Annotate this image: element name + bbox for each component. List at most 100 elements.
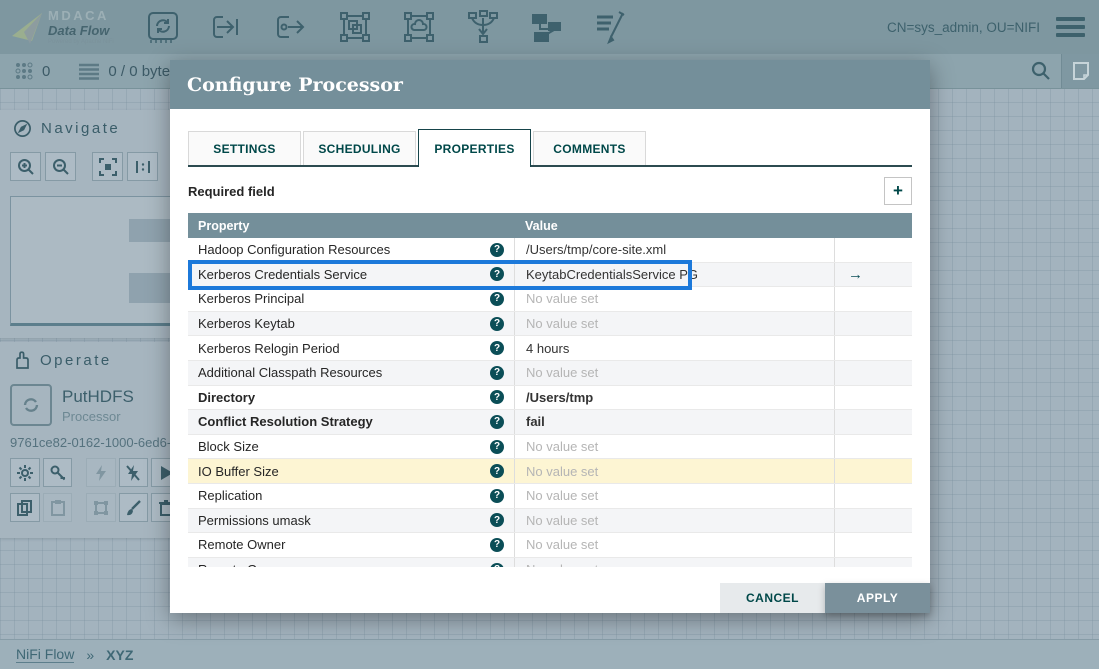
zoom-in-button[interactable] (10, 152, 41, 181)
property-row[interactable]: Block Size ? No value set → (188, 434, 912, 460)
help-icon[interactable]: ? (490, 537, 504, 552)
help-icon[interactable]: ? (490, 316, 504, 331)
property-row[interactable]: Conflict Resolution Strategy ? fail → (188, 410, 912, 435)
property-row[interactable]: Additional Classpath Resources ? No valu… (188, 360, 912, 386)
tab-properties[interactable]: PROPERTIES (418, 129, 531, 167)
property-row[interactable]: IO Buffer Size ? No value set → (188, 459, 912, 484)
tab-comments[interactable]: COMMENTS (533, 131, 646, 167)
property-value-cell[interactable]: KeytabCredentialsService PG (514, 262, 834, 287)
property-value: /Users/tmp (526, 389, 594, 405)
property-value: No value set (526, 537, 599, 553)
property-name: Kerberos Keytab (198, 316, 295, 332)
global-menu-icon[interactable] (1056, 17, 1085, 37)
property-row[interactable]: Kerberos Keytab ? No value set → (188, 311, 912, 337)
processor-badge-icon (10, 384, 52, 426)
processor-icon[interactable] (144, 8, 182, 46)
property-value-cell[interactable]: 4 hours (514, 336, 834, 360)
zoom-out-button[interactable] (45, 152, 76, 181)
label-icon[interactable] (592, 8, 630, 46)
queued-icon (78, 62, 100, 80)
configure-processor-dialog: Configure Processor SETTINGS SCHEDULING … (170, 60, 930, 613)
property-value: No value set (526, 488, 599, 504)
property-row[interactable]: Permissions umask ? No value set → (188, 508, 912, 534)
property-value: No value set (526, 562, 598, 567)
property-value-cell[interactable]: No value set (514, 533, 834, 557)
help-icon[interactable]: ? (490, 291, 504, 306)
access-policies-button[interactable] (42, 458, 73, 487)
output-port-icon[interactable] (272, 8, 310, 46)
paper-plane-icon (12, 13, 42, 44)
property-value-cell[interactable]: /Users/tmp/core-site.xml (514, 238, 834, 262)
zoom-actual-size-button[interactable] (127, 152, 158, 181)
birdseye-minimap[interactable] (10, 196, 181, 326)
enable-button[interactable] (85, 458, 116, 487)
search-icon[interactable] (1021, 54, 1061, 88)
tab-settings[interactable]: SETTINGS (188, 131, 301, 167)
property-row[interactable]: Kerberos Credentials Service ? KeytabCre… (188, 259, 912, 290)
remote-process-group-icon[interactable] (400, 8, 438, 46)
property-name: Remote Group (198, 562, 283, 567)
help-icon[interactable]: ? (490, 242, 504, 257)
dialog-tabs: SETTINGS SCHEDULING PROPERTIES COMMENTS (188, 129, 912, 167)
property-value-cell[interactable]: No value set (514, 459, 834, 483)
help-icon[interactable]: ? (490, 562, 504, 567)
property-value-cell[interactable]: No value set (514, 311, 834, 336)
brand-product: Data Flow (48, 23, 110, 38)
hand-icon (16, 351, 29, 369)
apply-button[interactable]: APPLY (825, 583, 930, 613)
property-row[interactable]: Replication ? No value set → (188, 483, 912, 509)
property-row[interactable]: Kerberos Relogin Period ? 4 hours → (188, 336, 912, 361)
help-icon[interactable]: ? (490, 464, 504, 479)
disable-button[interactable] (118, 458, 149, 487)
help-icon[interactable]: ? (490, 267, 504, 282)
help-icon[interactable]: ? (490, 414, 504, 429)
property-value-cell[interactable]: No value set (514, 508, 834, 533)
property-value-cell[interactable]: No value set (514, 557, 834, 567)
bulletin-board-icon[interactable] (1061, 54, 1099, 88)
cancel-button[interactable]: CANCEL (720, 583, 825, 613)
navigate-header[interactable]: Navigate (0, 110, 181, 144)
process-group-icon[interactable] (336, 8, 374, 46)
property-row[interactable]: Hadoop Configuration Resources ? /Users/… (188, 238, 912, 263)
property-value-cell[interactable]: /Users/tmp (514, 385, 834, 410)
property-value-cell[interactable]: No value set (514, 360, 834, 385)
property-row[interactable]: Remote Group ? No value set → (188, 557, 912, 567)
help-icon[interactable]: ? (490, 365, 504, 380)
dialog-title: Configure Processor (170, 60, 930, 109)
breadcrumb-root-link[interactable]: NiFi Flow (16, 646, 75, 663)
add-property-button[interactable]: + (884, 177, 912, 205)
template-icon[interactable] (528, 8, 566, 46)
brand-tagline: Powered by Apache NiFi (48, 39, 114, 45)
active-threads-icon (14, 61, 34, 81)
breadcrumb-current: XYZ (106, 646, 134, 663)
property-value: fail (526, 414, 545, 430)
brand-logo: MDACA Data Flow Powered by Apache NiFi (10, 8, 130, 46)
copy-button[interactable] (10, 493, 40, 522)
property-row[interactable]: Remote Owner ? No value set → (188, 533, 912, 558)
help-icon[interactable]: ? (490, 341, 504, 356)
property-value-cell[interactable]: fail (514, 410, 834, 434)
tab-scheduling[interactable]: SCHEDULING (303, 131, 416, 167)
property-value-cell[interactable]: No value set (514, 287, 834, 311)
group-button[interactable] (85, 493, 116, 522)
property-row[interactable]: Directory ? /Users/tmp → (188, 385, 912, 411)
help-icon[interactable]: ? (490, 439, 504, 454)
help-icon[interactable]: ? (490, 488, 504, 503)
operate-header[interactable]: Operate (0, 342, 181, 376)
configure-button[interactable] (10, 458, 40, 487)
help-icon[interactable]: ? (490, 390, 504, 405)
goto-service-icon[interactable]: → (848, 266, 863, 283)
property-name: Directory (198, 389, 256, 405)
input-port-icon[interactable] (208, 8, 246, 46)
property-row[interactable]: Kerberos Principal ? No value set → (188, 287, 912, 312)
zoom-fit-button[interactable] (92, 152, 123, 181)
property-value-cell[interactable]: No value set (514, 434, 834, 459)
property-name: Conflict Resolution Strategy (198, 414, 373, 430)
help-icon[interactable]: ? (490, 513, 504, 528)
change-color-button[interactable] (118, 493, 149, 522)
property-value-cell[interactable]: No value set (514, 483, 834, 508)
funnel-icon[interactable] (464, 8, 502, 46)
property-value: No value set (526, 291, 599, 307)
component-toolbar (144, 8, 630, 46)
paste-button[interactable] (42, 493, 73, 522)
